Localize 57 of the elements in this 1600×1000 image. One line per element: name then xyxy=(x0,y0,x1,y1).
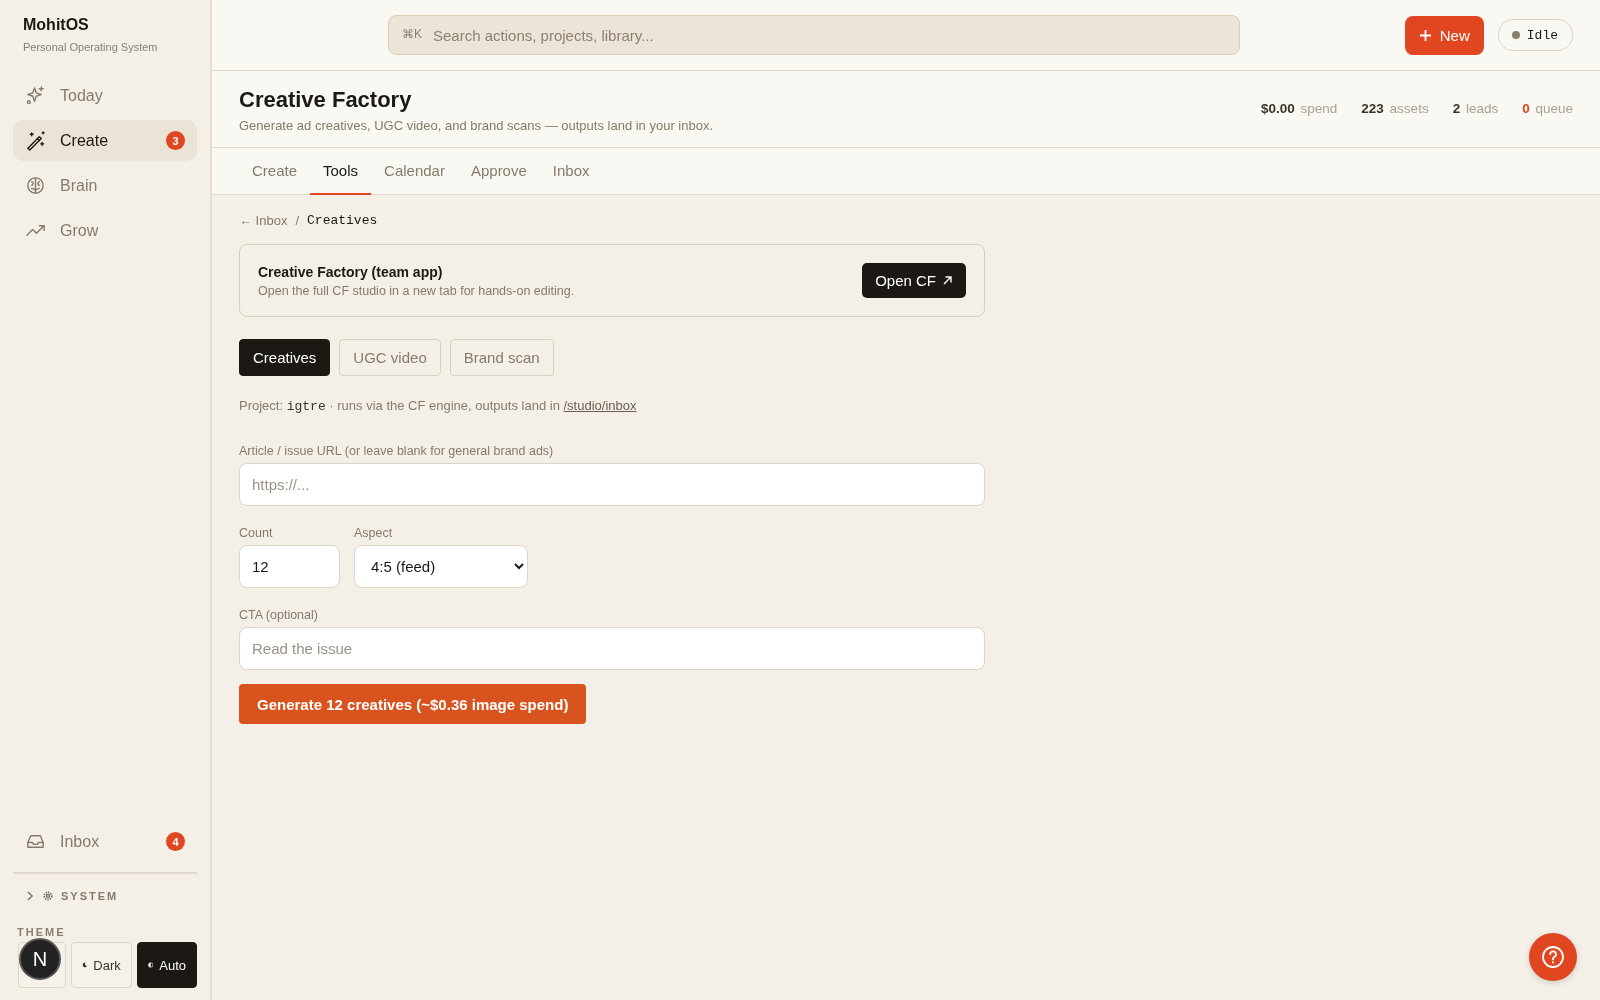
url-field[interactable]: https://... xyxy=(239,463,985,506)
aspect-dropdown[interactable]: 4:5 (feed) xyxy=(354,545,528,588)
sidebar-item[interactable]: Brain xyxy=(13,165,197,206)
shortcut-hint: ⌘K xyxy=(402,27,422,41)
mode-button[interactable]: Brand scan xyxy=(449,339,554,376)
project-note: Project: igtre · runs via the CF engine, outputs land in /studio/inbox xyxy=(239,398,638,414)
new-button[interactable]: New xyxy=(1404,15,1484,55)
mode-button[interactable]: Creatives xyxy=(239,339,331,376)
brand-tagline: Personal Operating System xyxy=(23,41,159,53)
tab[interactable]: Calendar xyxy=(371,148,458,195)
status-pill: Idle xyxy=(1497,19,1573,51)
tab[interactable]: Inbox xyxy=(539,148,603,195)
back-link[interactable]: ← Inbox xyxy=(239,213,288,228)
breadcrumb-separator: / xyxy=(295,213,300,228)
card-description: Open the full CF studio in a new tab for hands-on editing. xyxy=(258,283,575,298)
question-icon xyxy=(1541,945,1565,969)
sparkle-icon xyxy=(25,85,46,106)
field-label: CTA (optional) xyxy=(239,608,319,622)
plus-icon xyxy=(1418,28,1432,42)
tab[interactable]: Create xyxy=(239,148,311,195)
brand-name: MohitOS xyxy=(23,16,90,34)
sidebar-item[interactable]: Today xyxy=(13,75,197,116)
field-label: Article / issue URL (or leave blank for general brand ads) xyxy=(239,444,555,458)
stat: 0 queue xyxy=(1522,101,1573,116)
count-field[interactable]: 12 xyxy=(239,545,340,588)
sidebar-item[interactable]: Inbox 4 xyxy=(13,821,197,862)
stat: 2 leads xyxy=(1452,101,1499,116)
breadcrumb-current: Creatives xyxy=(307,213,378,228)
field-label: Count xyxy=(239,526,274,540)
tab[interactable]: Tools xyxy=(310,148,372,195)
generate-button[interactable]: Generate 12 creatives (~$0.36 image spend) xyxy=(239,684,587,724)
cta-field[interactable]: Read the issue xyxy=(239,627,985,670)
system-section-toggle[interactable]: SYSTEM xyxy=(13,890,197,902)
card-title: Creative Factory (team app) xyxy=(258,263,444,280)
sidebar-item[interactable]: Create 3 xyxy=(13,120,197,161)
theme-button[interactable]: Dark xyxy=(71,942,132,988)
mode-button[interactable]: UGC video xyxy=(339,339,441,376)
inbox-link[interactable]: /studio/inbox xyxy=(563,398,637,413)
magic-wand-icon xyxy=(25,130,46,151)
help-button[interactable] xyxy=(1529,933,1577,981)
stat: $0.00 spend xyxy=(1261,101,1338,116)
page-title: Creative Factory xyxy=(239,87,413,113)
stat: 223 assets xyxy=(1361,101,1429,116)
half-circle-icon xyxy=(147,959,154,971)
brain-icon xyxy=(25,175,46,196)
sidebar-item[interactable]: Grow xyxy=(13,210,197,251)
settings-icon xyxy=(43,891,53,901)
tab[interactable]: Approve xyxy=(457,148,540,195)
open-button[interactable]: Open CF xyxy=(862,263,966,298)
field-label: Aspect xyxy=(354,526,394,540)
theme-button[interactable]: Auto xyxy=(136,942,197,988)
count-badge: 4 xyxy=(166,832,185,851)
count-badge: 3 xyxy=(166,131,185,150)
external-arrow-icon xyxy=(942,275,953,286)
page-subtitle: Generate ad creatives, UGC video, and brand scans — outputs land in your inbox. xyxy=(239,118,714,133)
theme-label: THEME xyxy=(17,926,67,938)
chevron-icon xyxy=(25,891,35,901)
